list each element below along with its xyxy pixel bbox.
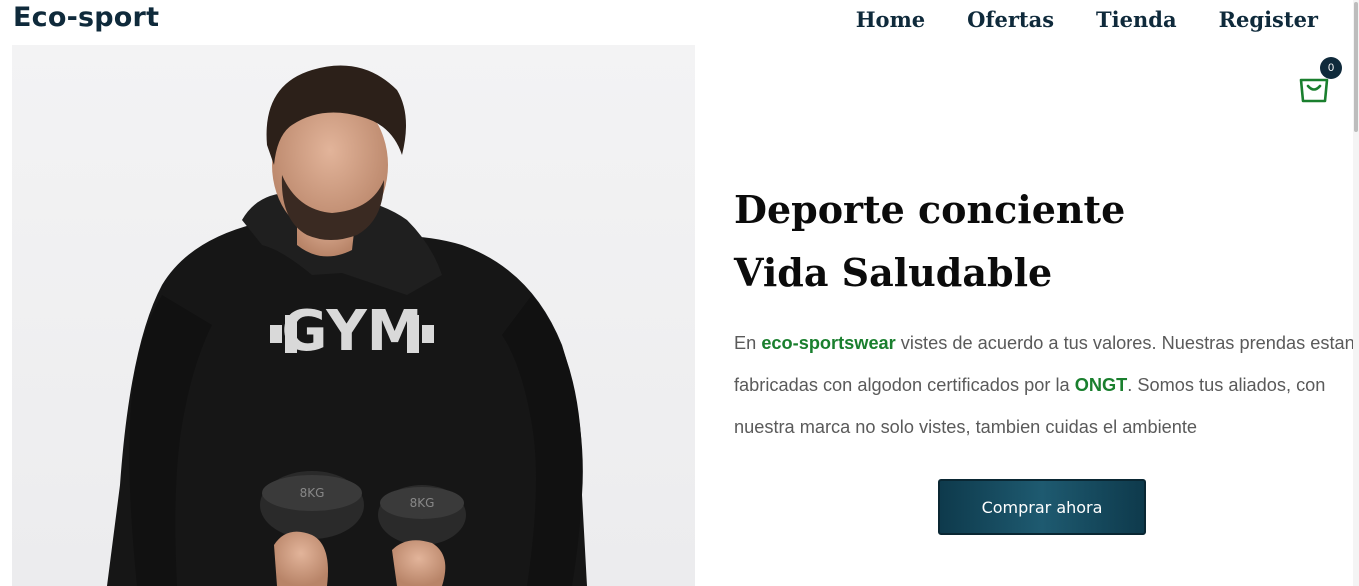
gym-model-illustration: GYM 8KG 8KG	[12, 45, 695, 586]
hero-description: En eco-sportswear vistes de acuerdo a tu…	[734, 322, 1359, 448]
desc-part-1: En	[734, 333, 762, 353]
nav-tienda[interactable]: Tienda	[1096, 6, 1177, 34]
cart-count-badge: 0	[1320, 57, 1342, 79]
buy-now-button[interactable]: Comprar ahora	[938, 479, 1146, 535]
page-scrollbar[interactable]	[1353, 0, 1359, 586]
main-nav: Home Ofertas Tienda Register	[856, 6, 1359, 34]
hero-title-line-1: Deporte conciente	[734, 187, 1126, 232]
nav-ofertas[interactable]: Ofertas	[967, 6, 1054, 34]
hero-title: Deporte conciente Vida Saludable	[734, 178, 1334, 304]
scrollbar-thumb[interactable]	[1354, 2, 1358, 132]
nav-register[interactable]: Register	[1219, 6, 1318, 34]
dumbbell-right-label: 8KG	[410, 496, 435, 510]
dumbbell-left-label: 8KG	[300, 486, 325, 500]
desc-brand-highlight: eco-sportswear	[761, 333, 896, 353]
hero-image: GYM 8KG 8KG	[12, 45, 695, 586]
hero-title-line-2: Vida Saludable	[734, 250, 1053, 295]
nav-home[interactable]: Home	[856, 6, 925, 34]
shirt-print-text: GYM	[281, 299, 422, 364]
header: Eco-sport Home Ofertas Tienda Register	[0, 0, 1359, 44]
desc-org-highlight: ONGT	[1074, 375, 1128, 395]
brand-logo[interactable]: Eco-sport	[13, 2, 159, 33]
